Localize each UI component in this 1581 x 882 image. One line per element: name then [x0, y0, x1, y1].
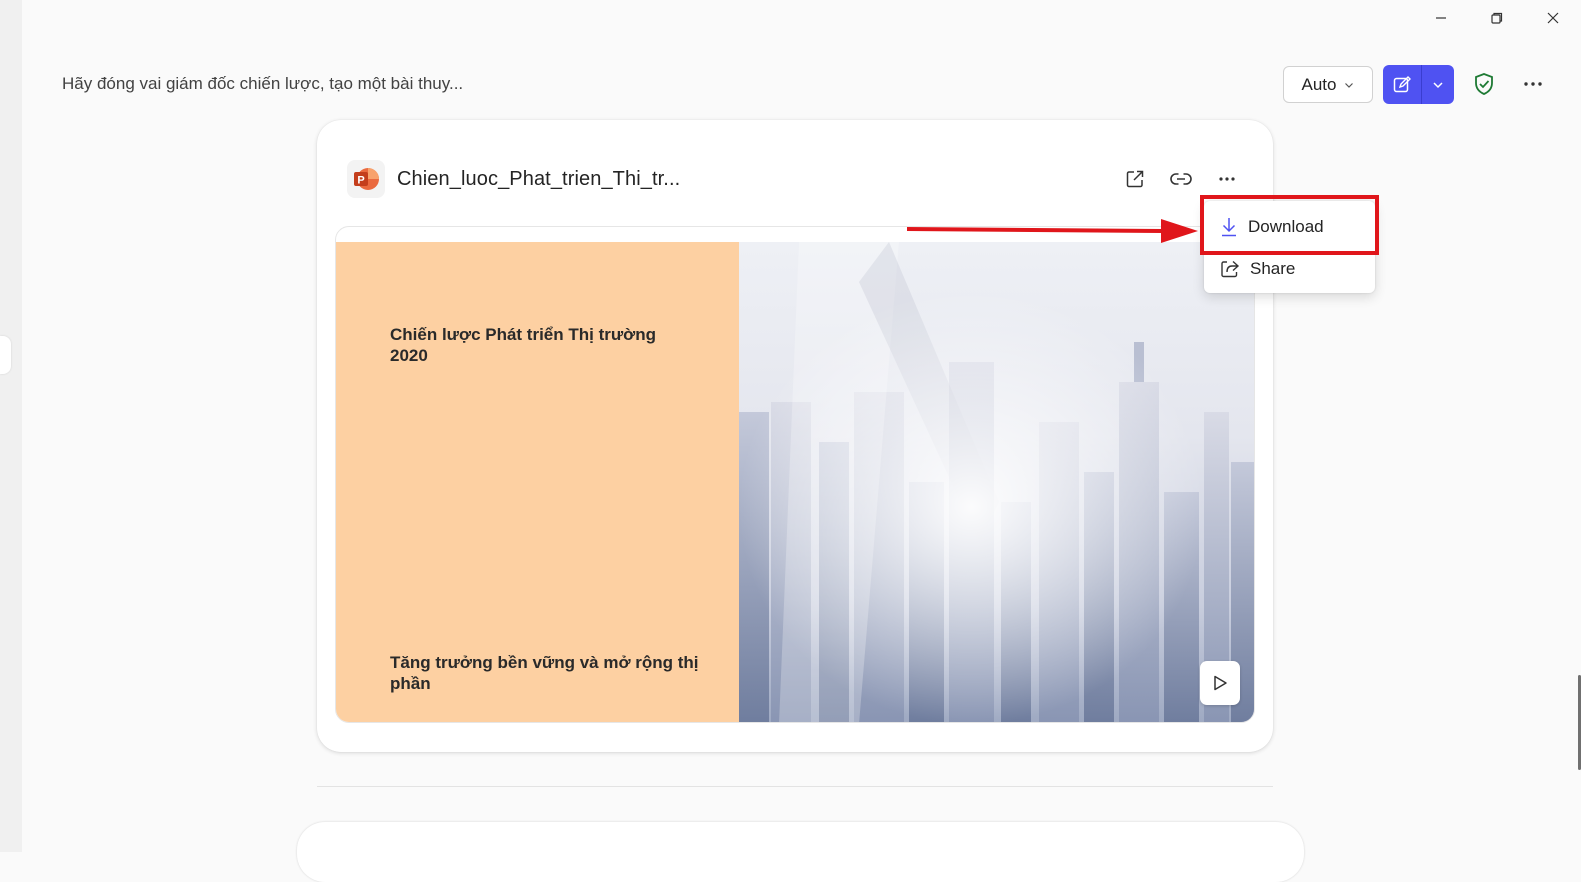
share-icon — [1221, 260, 1240, 278]
powerpoint-icon: P — [347, 160, 385, 198]
open-external-button[interactable] — [1119, 163, 1151, 195]
minimize-button[interactable] — [1413, 0, 1469, 36]
link-icon — [1170, 173, 1192, 185]
compose-split-button — [1383, 65, 1454, 104]
mode-selector[interactable]: Auto — [1283, 66, 1373, 103]
new-chat-button[interactable] — [1383, 65, 1422, 104]
window-controls — [1413, 0, 1581, 36]
slide-text-panel: Chiến lược Phát triển Thị trường 2020 Tă… — [336, 242, 739, 722]
file-more-button[interactable] — [1211, 163, 1243, 195]
restore-icon — [1491, 12, 1503, 24]
close-button[interactable] — [1525, 0, 1581, 36]
open-external-icon — [1126, 170, 1144, 188]
file-header: P Chien_luoc_Phat_trien_Thi_tr... — [347, 160, 1243, 198]
slide-subtitle: Tăng trưởng bền vững và mở rộng thị phần — [390, 653, 699, 693]
more-horizontal-icon — [1524, 82, 1542, 86]
city-skyline-image — [739, 242, 1254, 722]
next-message-card — [297, 822, 1304, 882]
mode-label: Auto — [1301, 74, 1337, 94]
file-card: P Chien_luoc_Phat_trien_Thi_tr... Chiến … — [317, 120, 1273, 752]
minimize-icon — [1436, 17, 1446, 19]
download-icon — [1222, 218, 1236, 237]
copy-link-button[interactable] — [1165, 163, 1197, 195]
scrollbar[interactable] — [1577, 120, 1581, 852]
file-actions — [1119, 160, 1243, 198]
left-rail — [0, 0, 22, 852]
menu-item-share[interactable]: Share — [1204, 249, 1375, 289]
slide-preview[interactable]: Chiến lược Phát triển Thị trường 2020 Tă… — [335, 226, 1255, 723]
chevron-down-icon — [1433, 81, 1443, 88]
message-divider — [317, 786, 1273, 787]
play-slideshow-button[interactable] — [1200, 661, 1240, 705]
shield-check-icon — [1475, 73, 1493, 95]
chevron-down-icon — [1345, 82, 1354, 88]
file-context-menu: Download Share — [1204, 201, 1375, 293]
menu-item-download[interactable]: Download — [1204, 207, 1375, 247]
play-icon — [1214, 675, 1227, 691]
restore-button[interactable] — [1469, 0, 1525, 36]
conversation-title: Hãy đóng vai giám đốc chiến lược, tạo mộ… — [62, 74, 464, 93]
header-more-button[interactable] — [1518, 70, 1548, 98]
protection-button[interactable] — [1470, 70, 1498, 98]
menu-item-download-label: Download — [1248, 217, 1324, 236]
sidebar-toggle-tab[interactable] — [0, 336, 11, 374]
close-icon — [1547, 12, 1559, 24]
menu-item-share-label: Share — [1250, 259, 1296, 278]
more-horizontal-icon — [1219, 177, 1235, 181]
svg-text:P: P — [357, 175, 364, 187]
slide-title: Chiến lược Phát triển Thị trường 2020 — [390, 325, 657, 365]
compose-dropdown-button[interactable] — [1422, 65, 1454, 104]
file-name[interactable]: Chien_luoc_Phat_trien_Thi_tr... — [397, 168, 680, 191]
compose-icon — [1393, 75, 1411, 92]
